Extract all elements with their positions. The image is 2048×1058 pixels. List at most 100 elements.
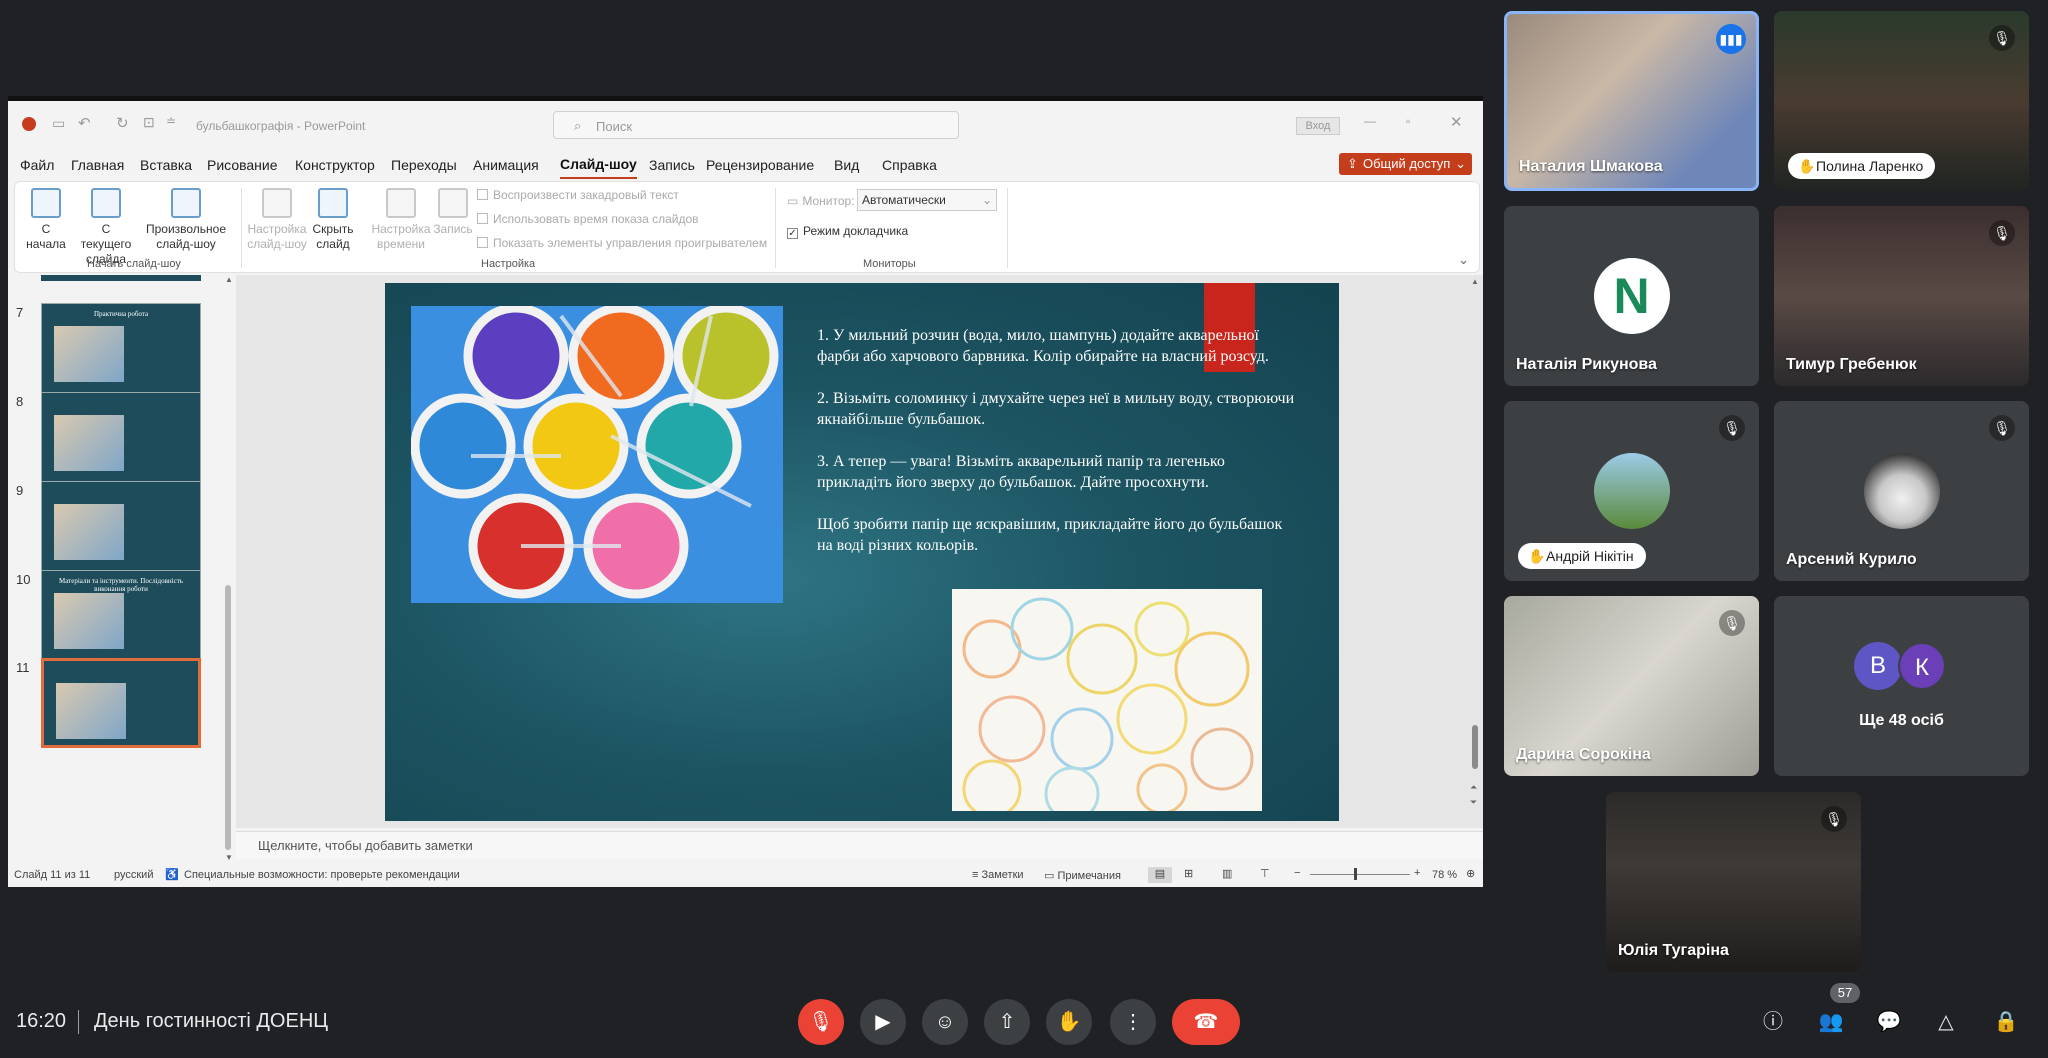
- close-icon[interactable]: ✕: [1450, 113, 1463, 131]
- zoom-in-icon[interactable]: +: [1414, 867, 1420, 879]
- group-monitors-label: Мониторы: [863, 258, 916, 270]
- slide-thumbnail[interactable]: [41, 481, 201, 571]
- ribbon-tab[interactable]: Справка: [882, 151, 937, 179]
- mic-off-icon: 🎙: [1719, 610, 1745, 636]
- slide-thumbnail[interactable]: [41, 392, 201, 482]
- timings-checkbox[interactable]: Использовать время показа слайдов: [477, 212, 699, 226]
- ribbon-tab[interactable]: Запись: [649, 151, 695, 179]
- camera-toggle-button[interactable]: ▶: [860, 999, 906, 1045]
- prev-slide-icon[interactable]: ⏶: [1470, 782, 1477, 793]
- reading-view-icon[interactable]: ▥: [1222, 867, 1232, 880]
- leave-call-button[interactable]: ☎: [1172, 999, 1240, 1045]
- comments-toggle[interactable]: ▭ Примечания: [1044, 869, 1121, 882]
- slide-thumbnail[interactable]: Матеріали та інструменти. Послідовність …: [41, 570, 201, 660]
- present-button[interactable]: ⇧: [984, 999, 1030, 1045]
- save-icon[interactable]: ▭: [52, 115, 65, 132]
- restore-icon[interactable]: ▫: [1406, 114, 1410, 128]
- participant-name: Дарина Сорокіна: [1516, 746, 1651, 763]
- ribbon-tab[interactable]: Анимация: [473, 151, 539, 179]
- notes-toggle[interactable]: ≡ Заметки: [972, 869, 1024, 881]
- fit-slide-icon[interactable]: ⊕: [1466, 867, 1475, 880]
- participant-tile[interactable]: N Наталія Рикунова: [1504, 206, 1759, 386]
- next-slide-icon[interactable]: ⏷: [1470, 797, 1477, 808]
- monitor-select[interactable]: Автоматически ⌄: [857, 189, 997, 211]
- ribbon-tab[interactable]: Конструктор: [295, 151, 375, 179]
- self-view-tile[interactable]: 🎙 Юлія Тугаріна: [1606, 792, 1861, 972]
- participants-count-badge: 57: [1830, 983, 1860, 1003]
- emoji-icon: ☺: [934, 1011, 956, 1033]
- participant-tile[interactable]: ▮▮▮ Наталия Шмакова: [1504, 11, 1759, 191]
- ribbon-tab[interactable]: Вставка: [140, 151, 192, 179]
- zoom-level[interactable]: 78 %: [1432, 869, 1457, 881]
- slide-thumbnail[interactable]: Практична робота: [41, 303, 201, 393]
- participant-tile[interactable]: 🎙 ✋ Андрій Нікітін: [1504, 401, 1759, 581]
- meeting-info-icon[interactable]: ⓘ: [1757, 1006, 1789, 1038]
- window-title: бульбашкографія - PowerPoint: [196, 119, 366, 133]
- divider: [775, 188, 776, 268]
- notes-pane[interactable]: Щелкните, чтобы добавить заметки: [236, 831, 1483, 859]
- search-box[interactable]: ⌕ Поиск: [553, 111, 959, 139]
- raise-hand-button[interactable]: ✋: [1046, 999, 1092, 1045]
- signin-button[interactable]: Вход: [1296, 117, 1340, 135]
- activities-icon[interactable]: △: [1930, 1006, 1962, 1038]
- powerpoint-logo-icon: [22, 117, 36, 131]
- qat-more-icon[interactable]: ≐: [166, 114, 176, 128]
- more-options-button[interactable]: ⋮: [1110, 999, 1156, 1045]
- scroll-up-icon[interactable]: ▲: [1471, 277, 1479, 286]
- undo-icon[interactable]: ↶: [78, 114, 91, 132]
- slide-canvas[interactable]: 1. У мильний розчин (вода, мило, шампунь…: [385, 283, 1339, 821]
- ribbon-tab[interactable]: Рецензирование: [706, 151, 814, 179]
- zoom-out-icon[interactable]: −: [1294, 867, 1300, 879]
- ribbon-tab[interactable]: Рисование: [207, 151, 278, 179]
- others-tile[interactable]: В К Ще 48 осіб: [1774, 596, 2029, 776]
- ribbon-tab[interactable]: Главная: [71, 151, 124, 179]
- narration-checkbox[interactable]: Воспроизвести закадровый текст: [477, 188, 679, 202]
- accessibility-status[interactable]: Специальные возможности: проверьте реком…: [184, 869, 460, 881]
- thumbnail-title: Практична робота: [93, 310, 149, 318]
- collapse-ribbon-icon[interactable]: ⌄: [1458, 252, 1469, 268]
- host-controls-icon[interactable]: 🔒: [1990, 1006, 2022, 1038]
- participant-tile[interactable]: 🎙 ✋ Полина Ларенко: [1774, 11, 2029, 191]
- presenter-view-checkbox[interactable]: ✓ Режим докладчика: [787, 224, 908, 239]
- editor-scrollbar[interactable]: ▲ ⏶ ⏷: [1470, 277, 1480, 827]
- share-button[interactable]: ⇪ Общий доступ ⌄: [1339, 153, 1472, 175]
- zoom-slider[interactable]: [1310, 868, 1410, 880]
- slideshow-view-icon[interactable]: ⊤: [1260, 867, 1270, 880]
- scroll-down-icon[interactable]: ▼: [225, 853, 233, 862]
- participant-tile[interactable]: 🎙 Арсений Курило: [1774, 401, 2029, 581]
- slide-thumbnail[interactable]: [41, 658, 201, 748]
- minimize-icon[interactable]: —: [1364, 114, 1376, 128]
- controls-checkbox[interactable]: Показать элементы управления проигрывате…: [477, 236, 767, 250]
- hide-slide-button[interactable]: Скрыть слайд: [311, 188, 355, 252]
- zoom-slider-thumb[interactable]: [1354, 868, 1357, 880]
- thumbnail-pane: ▲ ▼ 7 Практична робота 8 9 10 Матеріали та ін…: [8, 275, 233, 862]
- scroll-up-icon[interactable]: ▲: [225, 275, 233, 284]
- mic-off-icon: 🎙: [1989, 415, 2015, 441]
- present-icon[interactable]: ⊡: [143, 114, 155, 131]
- scroll-thumb[interactable]: [1472, 725, 1478, 769]
- setup-show-label: Настройка слайд-шоу: [247, 222, 307, 251]
- chat-icon[interactable]: 💬: [1873, 1006, 1905, 1038]
- from-start-button[interactable]: С начала: [23, 188, 69, 252]
- language-indicator[interactable]: русский: [114, 869, 153, 881]
- redo-icon[interactable]: ↻: [116, 114, 129, 132]
- ribbon-tab[interactable]: Слайд-шоу: [560, 151, 637, 179]
- slide-sorter-icon[interactable]: ⊞: [1184, 867, 1193, 880]
- participant-tile[interactable]: 🎙 Дарина Сорокіна: [1504, 596, 1759, 776]
- rehearse-button[interactable]: Настройка времени: [371, 188, 431, 252]
- from-current-button[interactable]: С текущего слайда: [75, 188, 137, 267]
- mic-toggle-button[interactable]: 🎙: [798, 999, 844, 1045]
- ribbon-tab[interactable]: Вид: [834, 151, 859, 179]
- people-icon[interactable]: 👥: [1815, 1006, 1847, 1038]
- setup-show-button[interactable]: Настройка слайд-шоу: [247, 188, 307, 252]
- participant-tile[interactable]: 🎙 Тимур Гребенюк: [1774, 206, 2029, 386]
- ribbon-tab[interactable]: Переходы: [391, 151, 457, 179]
- scroll-thumb[interactable]: [225, 585, 231, 850]
- custom-show-button[interactable]: Произвольное слайд-шоу: [145, 188, 227, 252]
- record-button[interactable]: Запись: [431, 188, 475, 237]
- thumbnail-scrollbar[interactable]: ▲ ▼: [224, 275, 233, 862]
- slide-text-body[interactable]: 1. У мильний розчин (вода, мило, шампунь…: [817, 325, 1297, 577]
- reactions-button[interactable]: ☺: [922, 999, 968, 1045]
- normal-view-icon[interactable]: ▤: [1148, 867, 1172, 883]
- ribbon-tab[interactable]: Файл: [20, 151, 54, 179]
